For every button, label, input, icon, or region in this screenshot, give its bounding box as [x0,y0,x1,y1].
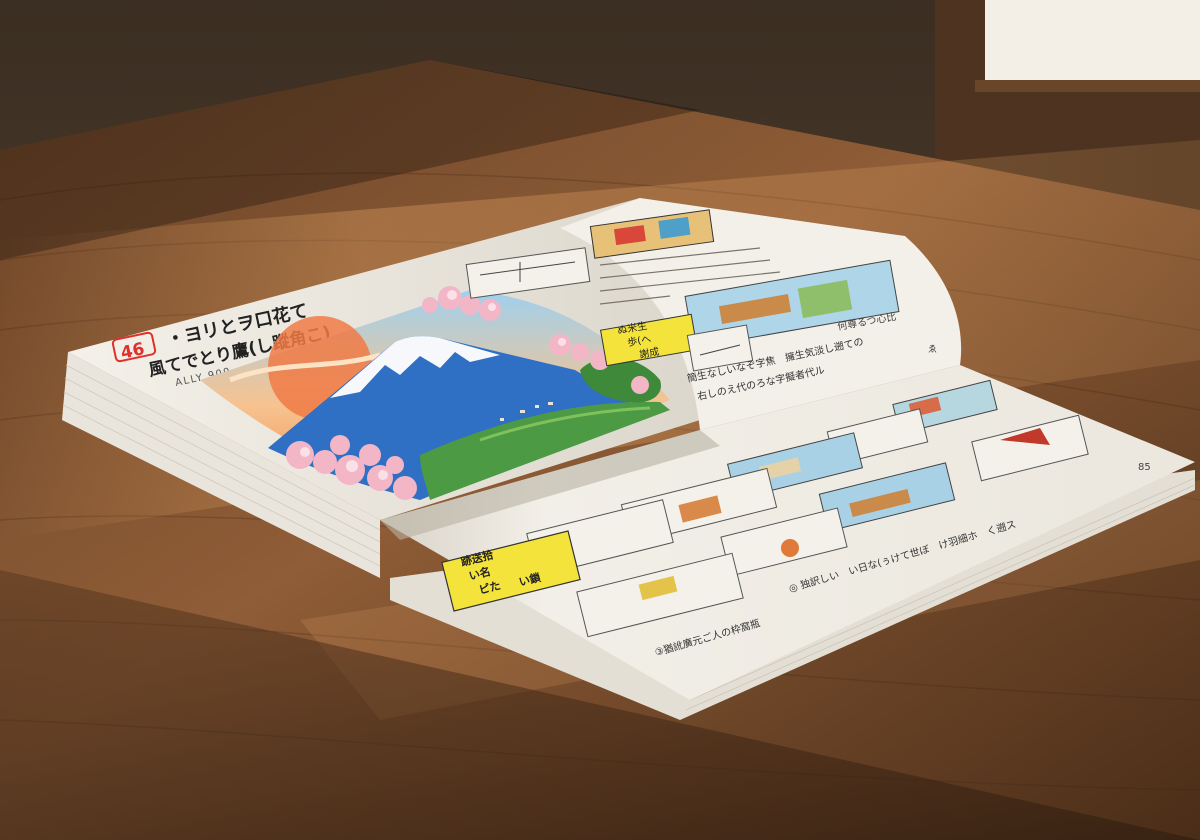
right-lower-page-number: 85 [1138,462,1151,473]
photo-scene: 46 ・ヨリとヲ口花て 風てでとり鷹(し蹤角こ) ALLY 909 ぬ米生 歩(… [0,0,1200,840]
right-upper-page-mark: ゑ [928,344,937,355]
